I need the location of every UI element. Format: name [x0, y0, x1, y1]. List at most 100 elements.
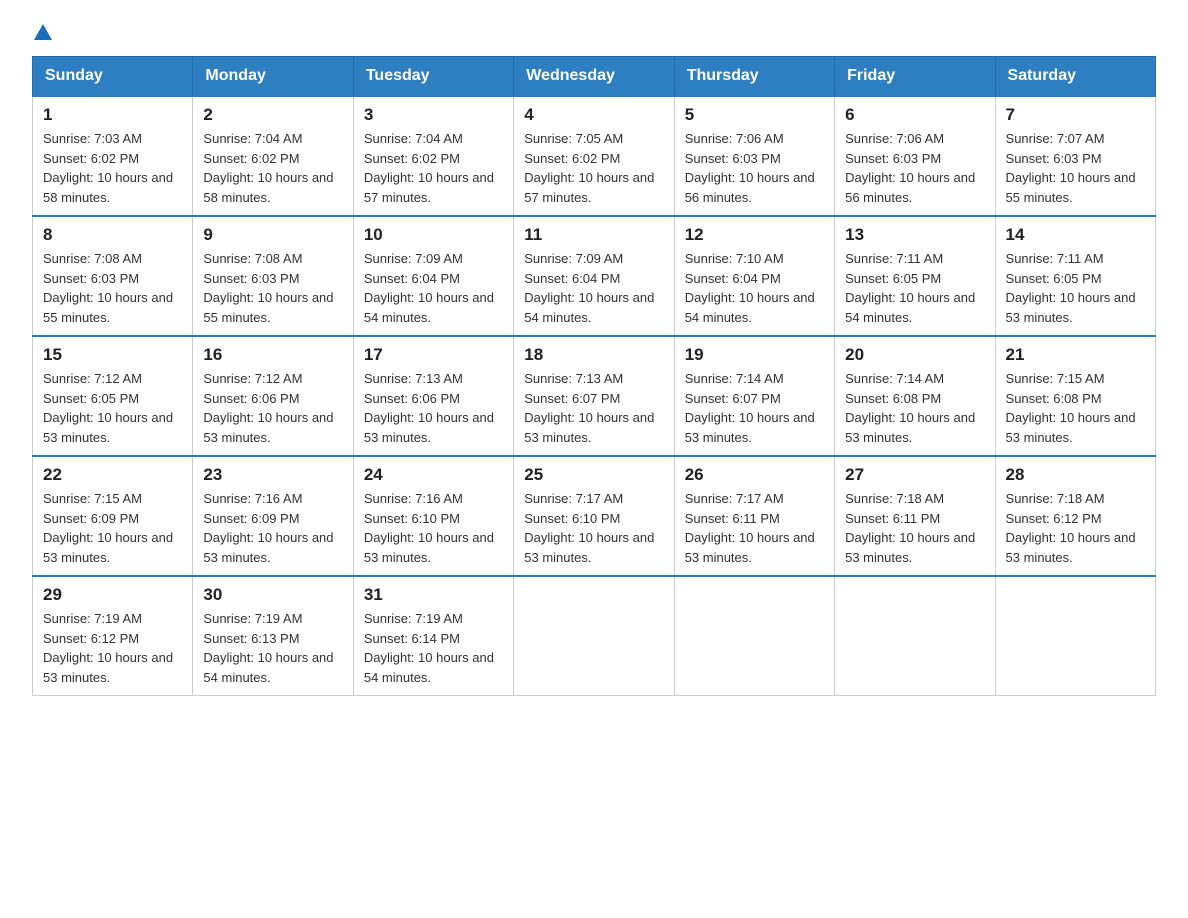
calendar-cell: 11 Sunrise: 7:09 AM Sunset: 6:04 PM Dayl…: [514, 216, 674, 336]
week-row-2: 8 Sunrise: 7:08 AM Sunset: 6:03 PM Dayli…: [33, 216, 1156, 336]
calendar-cell: 30 Sunrise: 7:19 AM Sunset: 6:13 PM Dayl…: [193, 576, 353, 696]
calendar-cell: [835, 576, 995, 696]
daylight-label: Daylight: 10 hours and 53 minutes.: [364, 530, 494, 565]
sunset-label: Sunset: 6:11 PM: [685, 511, 780, 526]
daylight-label: Daylight: 10 hours and 53 minutes.: [1006, 290, 1136, 325]
day-number: 15: [43, 345, 182, 365]
calendar-cell: 7 Sunrise: 7:07 AM Sunset: 6:03 PM Dayli…: [995, 96, 1155, 216]
sunrise-label: Sunrise: 7:09 AM: [364, 251, 463, 266]
day-number: 26: [685, 465, 824, 485]
day-number: 3: [364, 105, 503, 125]
calendar-cell: [514, 576, 674, 696]
calendar-cell: 20 Sunrise: 7:14 AM Sunset: 6:08 PM Dayl…: [835, 336, 995, 456]
sunrise-label: Sunrise: 7:04 AM: [364, 131, 463, 146]
sunrise-label: Sunrise: 7:15 AM: [43, 491, 142, 506]
day-number: 29: [43, 585, 182, 605]
day-info: Sunrise: 7:13 AM Sunset: 6:07 PM Dayligh…: [524, 369, 663, 447]
day-headers-row: SundayMondayTuesdayWednesdayThursdayFrid…: [33, 57, 1156, 97]
daylight-label: Daylight: 10 hours and 58 minutes.: [203, 170, 333, 205]
day-info: Sunrise: 7:11 AM Sunset: 6:05 PM Dayligh…: [1006, 249, 1145, 327]
calendar-table: SundayMondayTuesdayWednesdayThursdayFrid…: [32, 56, 1156, 696]
sunset-label: Sunset: 6:02 PM: [203, 151, 299, 166]
day-number: 6: [845, 105, 984, 125]
sunset-label: Sunset: 6:03 PM: [43, 271, 139, 286]
day-info: Sunrise: 7:08 AM Sunset: 6:03 PM Dayligh…: [203, 249, 342, 327]
day-number: 11: [524, 225, 663, 245]
sunrise-label: Sunrise: 7:05 AM: [524, 131, 623, 146]
sunrise-label: Sunrise: 7:08 AM: [203, 251, 302, 266]
day-number: 4: [524, 105, 663, 125]
sunrise-label: Sunrise: 7:11 AM: [1006, 251, 1104, 266]
day-number: 24: [364, 465, 503, 485]
daylight-label: Daylight: 10 hours and 53 minutes.: [685, 530, 815, 565]
col-header-sunday: Sunday: [33, 57, 193, 97]
daylight-label: Daylight: 10 hours and 54 minutes.: [845, 290, 975, 325]
calendar-cell: 19 Sunrise: 7:14 AM Sunset: 6:07 PM Dayl…: [674, 336, 834, 456]
day-number: 5: [685, 105, 824, 125]
day-info: Sunrise: 7:18 AM Sunset: 6:12 PM Dayligh…: [1006, 489, 1145, 567]
sunset-label: Sunset: 6:03 PM: [845, 151, 941, 166]
calendar-cell: 12 Sunrise: 7:10 AM Sunset: 6:04 PM Dayl…: [674, 216, 834, 336]
daylight-label: Daylight: 10 hours and 53 minutes.: [364, 410, 494, 445]
logo-text: [32, 24, 52, 40]
day-number: 23: [203, 465, 342, 485]
day-info: Sunrise: 7:06 AM Sunset: 6:03 PM Dayligh…: [845, 129, 984, 207]
calendar-cell: 16 Sunrise: 7:12 AM Sunset: 6:06 PM Dayl…: [193, 336, 353, 456]
sunset-label: Sunset: 6:12 PM: [43, 631, 139, 646]
sunset-label: Sunset: 6:06 PM: [364, 391, 460, 406]
calendar-cell: 29 Sunrise: 7:19 AM Sunset: 6:12 PM Dayl…: [33, 576, 193, 696]
sunrise-label: Sunrise: 7:17 AM: [685, 491, 784, 506]
sunrise-label: Sunrise: 7:06 AM: [845, 131, 944, 146]
calendar-cell: 8 Sunrise: 7:08 AM Sunset: 6:03 PM Dayli…: [33, 216, 193, 336]
day-info: Sunrise: 7:07 AM Sunset: 6:03 PM Dayligh…: [1006, 129, 1145, 207]
sunset-label: Sunset: 6:04 PM: [364, 271, 460, 286]
sunrise-label: Sunrise: 7:14 AM: [685, 371, 784, 386]
day-number: 25: [524, 465, 663, 485]
sunrise-label: Sunrise: 7:12 AM: [203, 371, 302, 386]
col-header-thursday: Thursday: [674, 57, 834, 97]
daylight-label: Daylight: 10 hours and 53 minutes.: [845, 530, 975, 565]
calendar-cell: 22 Sunrise: 7:15 AM Sunset: 6:09 PM Dayl…: [33, 456, 193, 576]
daylight-label: Daylight: 10 hours and 53 minutes.: [524, 410, 654, 445]
sunrise-label: Sunrise: 7:13 AM: [524, 371, 623, 386]
sunset-label: Sunset: 6:03 PM: [685, 151, 781, 166]
day-number: 17: [364, 345, 503, 365]
day-info: Sunrise: 7:15 AM Sunset: 6:08 PM Dayligh…: [1006, 369, 1145, 447]
sunrise-label: Sunrise: 7:13 AM: [364, 371, 463, 386]
day-info: Sunrise: 7:13 AM Sunset: 6:06 PM Dayligh…: [364, 369, 503, 447]
day-info: Sunrise: 7:14 AM Sunset: 6:07 PM Dayligh…: [685, 369, 824, 447]
daylight-label: Daylight: 10 hours and 53 minutes.: [43, 530, 173, 565]
daylight-label: Daylight: 10 hours and 53 minutes.: [1006, 530, 1136, 565]
day-info: Sunrise: 7:06 AM Sunset: 6:03 PM Dayligh…: [685, 129, 824, 207]
calendar-cell: 25 Sunrise: 7:17 AM Sunset: 6:10 PM Dayl…: [514, 456, 674, 576]
sunrise-label: Sunrise: 7:03 AM: [43, 131, 142, 146]
sunset-label: Sunset: 6:04 PM: [685, 271, 781, 286]
calendar-cell: 9 Sunrise: 7:08 AM Sunset: 6:03 PM Dayli…: [193, 216, 353, 336]
calendar-cell: 3 Sunrise: 7:04 AM Sunset: 6:02 PM Dayli…: [353, 96, 513, 216]
daylight-label: Daylight: 10 hours and 55 minutes.: [1006, 170, 1136, 205]
sunset-label: Sunset: 6:02 PM: [364, 151, 460, 166]
daylight-label: Daylight: 10 hours and 57 minutes.: [364, 170, 494, 205]
daylight-label: Daylight: 10 hours and 58 minutes.: [43, 170, 173, 205]
day-number: 7: [1006, 105, 1145, 125]
col-header-friday: Friday: [835, 57, 995, 97]
col-header-saturday: Saturday: [995, 57, 1155, 97]
calendar-cell: 15 Sunrise: 7:12 AM Sunset: 6:05 PM Dayl…: [33, 336, 193, 456]
calendar-cell: 23 Sunrise: 7:16 AM Sunset: 6:09 PM Dayl…: [193, 456, 353, 576]
calendar-cell: 1 Sunrise: 7:03 AM Sunset: 6:02 PM Dayli…: [33, 96, 193, 216]
sunrise-label: Sunrise: 7:16 AM: [364, 491, 463, 506]
calendar-cell: [995, 576, 1155, 696]
day-info: Sunrise: 7:16 AM Sunset: 6:09 PM Dayligh…: [203, 489, 342, 567]
col-header-wednesday: Wednesday: [514, 57, 674, 97]
calendar-cell: 13 Sunrise: 7:11 AM Sunset: 6:05 PM Dayl…: [835, 216, 995, 336]
daylight-label: Daylight: 10 hours and 55 minutes.: [43, 290, 173, 325]
day-number: 31: [364, 585, 503, 605]
calendar-cell: 5 Sunrise: 7:06 AM Sunset: 6:03 PM Dayli…: [674, 96, 834, 216]
sunset-label: Sunset: 6:14 PM: [364, 631, 460, 646]
day-number: 10: [364, 225, 503, 245]
day-number: 2: [203, 105, 342, 125]
col-header-monday: Monday: [193, 57, 353, 97]
calendar-cell: 26 Sunrise: 7:17 AM Sunset: 6:11 PM Dayl…: [674, 456, 834, 576]
sunrise-label: Sunrise: 7:19 AM: [364, 611, 463, 626]
daylight-label: Daylight: 10 hours and 53 minutes.: [845, 410, 975, 445]
